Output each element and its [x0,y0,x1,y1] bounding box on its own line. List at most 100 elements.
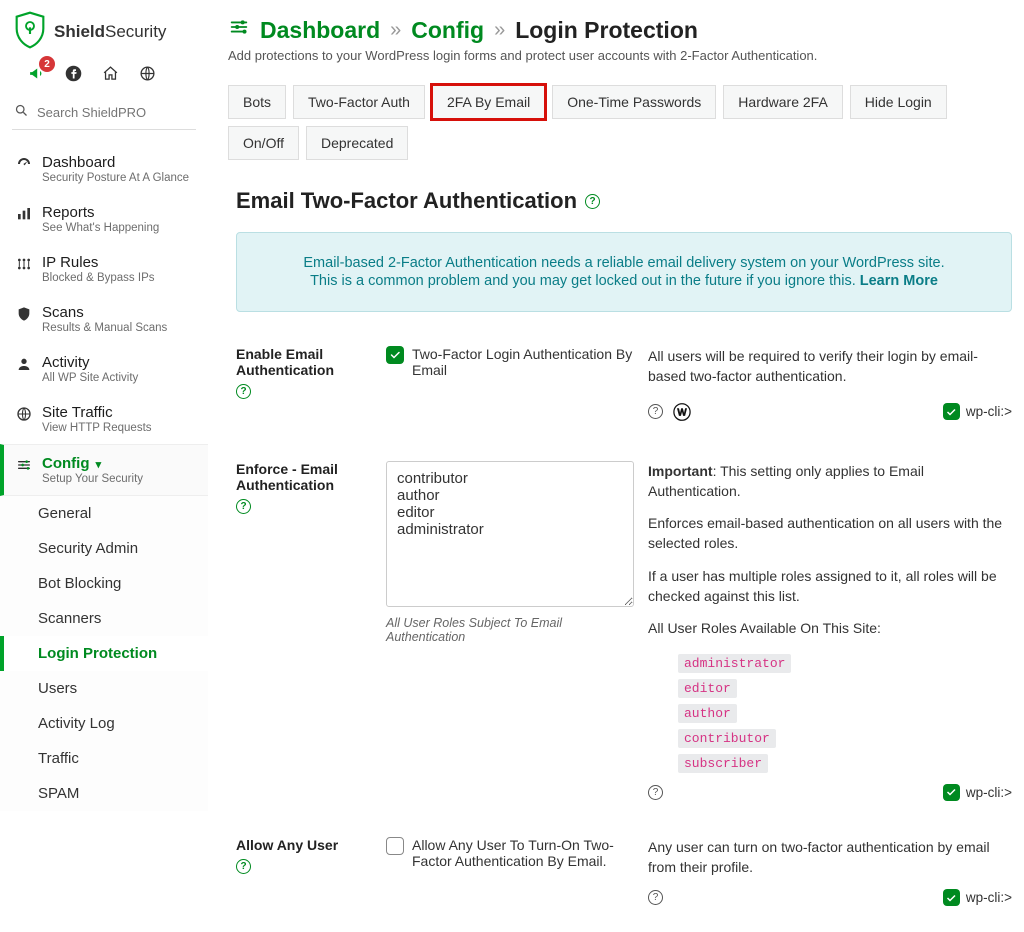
setting-help: All users will be required to verify the… [648,346,1012,425]
nav-activity[interactable]: ActivityAll WP Site Activity [0,344,208,394]
subnav-users[interactable]: Users [0,671,208,706]
help-text: If a user has multiple roles assigned to… [648,566,1012,607]
help-text: Important: This setting only applies to … [648,461,1012,502]
home-icon[interactable] [102,65,119,85]
tab-one-time-passwords[interactable]: One-Time Passwords [552,85,716,119]
tab-hide-login[interactable]: Hide Login [850,85,947,119]
globe-icon [16,406,32,422]
subnav-spam[interactable]: SPAM [0,776,208,811]
nav-sub: Security Posture At A Glance [42,172,189,184]
roles-textarea[interactable]: contributor author editor administrator [386,461,634,607]
help-icon[interactable]: ? [648,404,663,419]
setting-control[interactable]: Allow Any User To Turn-On Two-Factor Aut… [386,837,634,869]
tab-hardware-2fa[interactable]: Hardware 2FA [723,85,842,119]
setting-label: Enforce - Email Authentication ? [236,461,372,514]
help-text: All User Roles Available On This Site: [648,618,1012,638]
setting-control[interactable]: Two-Factor Login Authentication By Email [386,346,634,378]
checkbox-checked-icon[interactable] [386,346,404,364]
sliders-icon [16,457,32,473]
nav-config[interactable]: Config ▾Setup Your Security [0,444,208,496]
checkbox-checked-icon [943,889,960,906]
crumb-current: Login Protection [515,17,698,44]
network-icon [16,256,32,272]
tabs: Bots Two-Factor Auth 2FA By Email One-Ti… [228,85,1018,160]
nav-traffic[interactable]: Site TrafficView HTTP Requests [0,394,208,444]
subnav-scanners[interactable]: Scanners [0,601,208,636]
breadcrumb: Dashboard » Config » Login Protection [228,16,1018,44]
role-tag: subscriber [678,754,768,773]
announcements-badge: 2 [39,56,55,72]
facebook-icon[interactable] [65,65,82,85]
nav-sub: View HTTP Requests [42,422,152,434]
tab-on-off[interactable]: On/Off [228,126,299,160]
checkbox-unchecked-icon[interactable] [386,837,404,855]
info-callout: Email-based 2-Factor Authentication need… [236,232,1012,312]
brand-text: ShieldSecurity [54,22,166,42]
checkbox-checked-icon [943,403,960,420]
crumb-config[interactable]: Config [411,17,484,44]
tab-2fa-by-email[interactable]: 2FA By Email [432,85,545,119]
tab-bots[interactable]: Bots [228,85,286,119]
globe-icon[interactable] [139,65,156,85]
nav-label: IP Rules [42,254,155,271]
nav-ip-rules[interactable]: IP RulesBlocked & Bypass IPs [0,244,208,294]
crumb-dashboard[interactable]: Dashboard [260,17,380,44]
subnav-activity-log[interactable]: Activity Log [0,706,208,741]
info-line: This is a common problem and you may get… [261,273,987,289]
subnav-security-admin[interactable]: Security Admin [0,531,208,566]
help-text: Any user can turn on two-factor authenti… [648,837,1012,878]
user-icon [16,356,32,372]
tab-deprecated[interactable]: Deprecated [306,126,408,160]
announcements-icon[interactable]: 2 [28,65,45,85]
setting-label: Allow Any User ? [236,837,372,874]
nav-label: Dashboard [42,154,189,171]
learn-more-link[interactable]: Learn More [860,273,938,289]
shield-logo-icon [14,10,46,53]
nav-label: Site Traffic [42,404,152,421]
main: Dashboard » Config » Login Protection Ad… [208,0,1024,932]
crumb-sep: » [390,19,401,42]
help-icon[interactable]: ? [236,859,251,874]
help-icon[interactable]: ? [236,499,251,514]
info-line: Email-based 2-Factor Authentication need… [261,255,987,271]
nav-label: Config ▾ [42,455,143,472]
help-icon[interactable]: ? [648,785,663,800]
setting-enable-email-auth: Enable Email Authentication ? Two-Factor… [236,336,1012,451]
settings-form: Enable Email Authentication ? Two-Factor… [228,336,1018,932]
sliders-icon [228,16,250,44]
wordpress-icon[interactable]: ⓦ [673,399,691,425]
help-icon[interactable]: ? [236,384,251,399]
nav-scans[interactable]: ScansResults & Manual Scans [0,294,208,344]
setting-help: Any user can turn on two-factor authenti… [648,837,1012,907]
search-input[interactable] [35,104,194,121]
nav-label: Scans [42,304,167,321]
checkbox-checked-icon [943,784,960,801]
brand: ShieldSecurity [0,0,208,57]
wp-cli-badge: wp-cli:> [943,889,1012,906]
nav-sub: See What's Happening [42,222,159,234]
role-tag: contributor [678,729,776,748]
nav-sub: All WP Site Activity [42,372,138,384]
section-heading: Email Two-Factor Authentication ? [236,188,1018,214]
nav-sub: Results & Manual Scans [42,322,167,334]
role-tag: author [678,704,737,723]
role-tag: editor [678,679,737,698]
help-icon[interactable]: ? [648,890,663,905]
search-box[interactable] [12,99,196,130]
help-text: Enforces email-based authentication on a… [648,513,1012,554]
role-tags: administrator editor author contributor … [678,651,1012,776]
nav-label: Activity [42,354,138,371]
nav-reports[interactable]: ReportsSee What's Happening [0,194,208,244]
gauge-icon [16,156,32,172]
chart-icon [16,206,32,222]
tab-two-factor-auth[interactable]: Two-Factor Auth [293,85,425,119]
shield-icon [16,306,32,322]
subnav-traffic[interactable]: Traffic [0,741,208,776]
nav-label: Reports [42,204,159,221]
nav-dashboard[interactable]: DashboardSecurity Posture At A Glance [0,144,208,194]
subnav-general[interactable]: General [0,496,208,531]
help-icon[interactable]: ? [585,194,600,209]
subnav-login-protection[interactable]: Login Protection [0,636,208,671]
nav-sub: Blocked & Bypass IPs [42,272,155,284]
subnav-bot-blocking[interactable]: Bot Blocking [0,566,208,601]
